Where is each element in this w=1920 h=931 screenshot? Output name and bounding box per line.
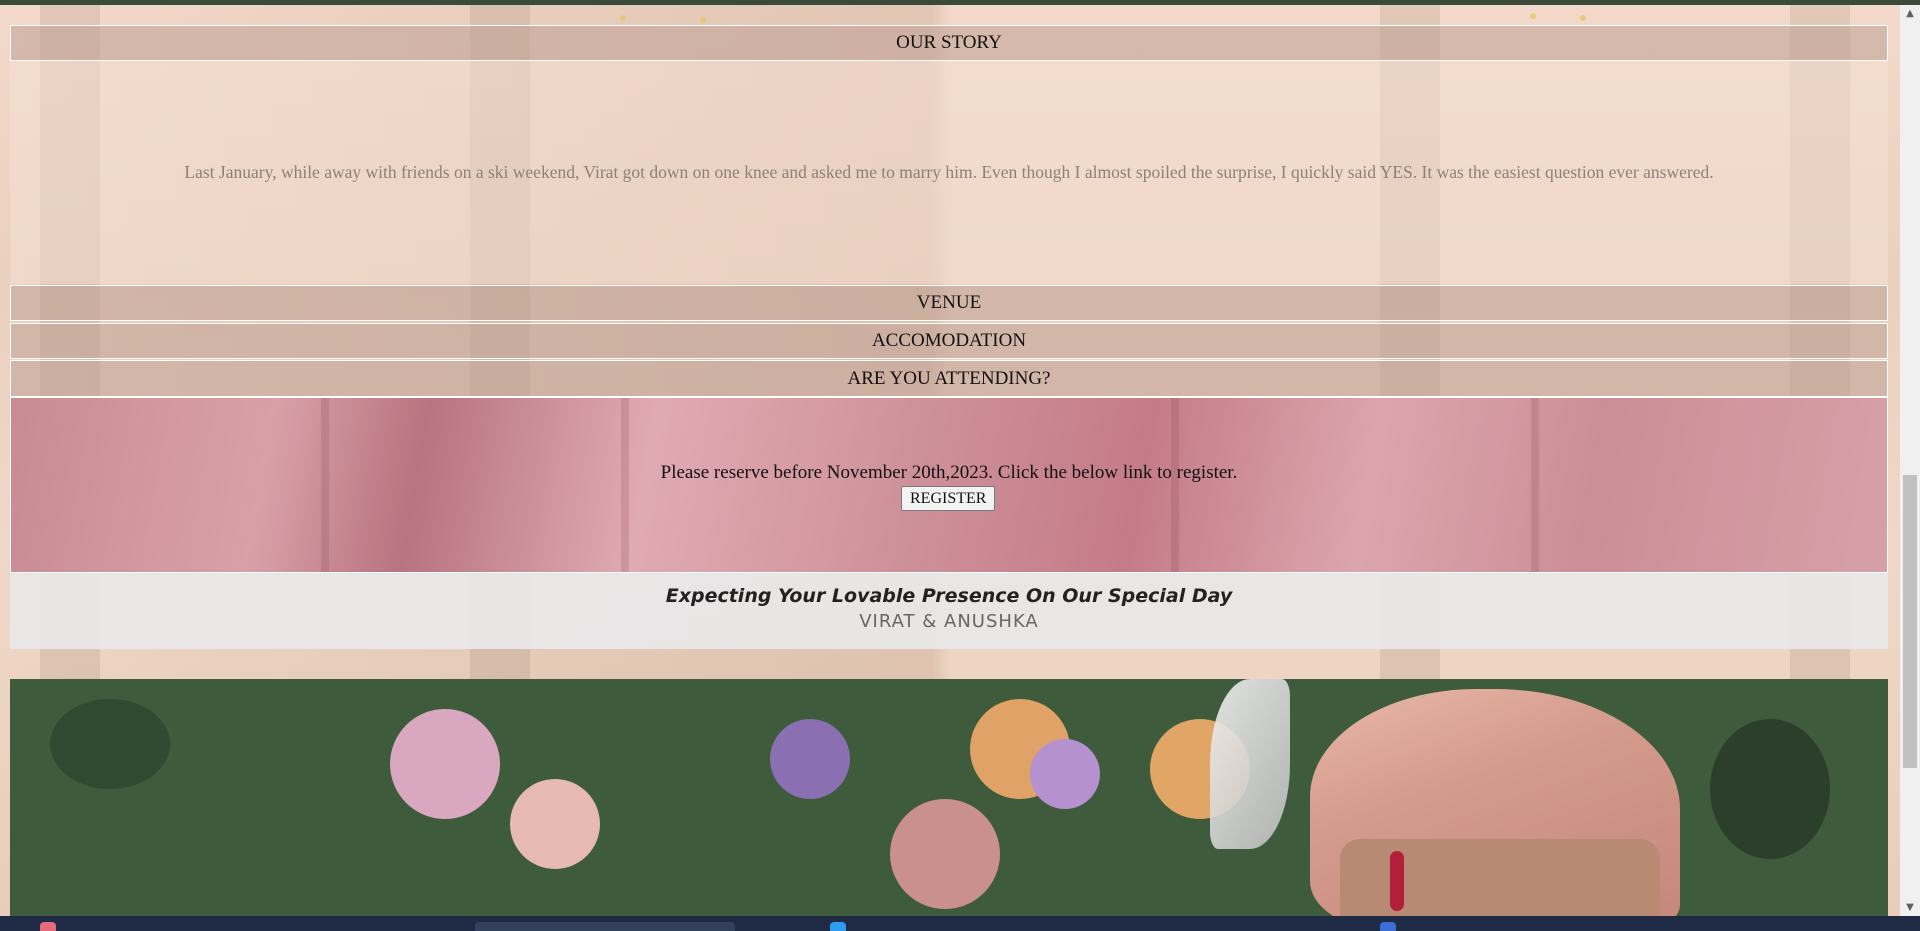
our-story-text: Last January, while away with friends on… — [184, 162, 1714, 182]
satin-fold — [621, 398, 629, 572]
photo-foliage — [50, 699, 170, 789]
photo-foliage — [1710, 719, 1830, 859]
photo-flower — [1030, 739, 1100, 809]
flower-decoration — [620, 15, 626, 21]
scroll-down-icon[interactable]: ▼ — [1900, 899, 1920, 916]
satin-fold — [1531, 398, 1539, 572]
satin-fold — [321, 398, 329, 572]
photo-flower — [390, 709, 500, 819]
flower-decoration — [1580, 15, 1586, 21]
photo-feather — [1210, 679, 1290, 849]
vertical-scrollbar[interactable]: ▲ ▼ — [1900, 5, 1920, 916]
taskbar-app-icon[interactable] — [1380, 922, 1396, 931]
our-story-header[interactable]: OUR STORY — [10, 25, 1888, 61]
photo-tilak — [1390, 851, 1404, 911]
photo-flower — [890, 799, 1000, 909]
attending-panel: Please reserve before November 20th,2023… — [10, 397, 1888, 573]
attending-header[interactable]: ARE YOU ATTENDING? — [10, 360, 1888, 397]
photo-flower — [770, 719, 850, 799]
venue-header[interactable]: VENUE — [10, 285, 1888, 321]
taskbar — [0, 916, 1920, 931]
photo-flower — [510, 779, 600, 869]
our-story-panel: Last January, while away with friends on… — [10, 61, 1888, 284]
reserve-message: Please reserve before November 20th,2023… — [660, 462, 1238, 483]
flower-decoration — [1530, 13, 1536, 19]
accommodation-header[interactable]: ACCOMODATION — [10, 323, 1888, 359]
taskbar-app-icon[interactable] — [40, 922, 56, 931]
scroll-up-icon[interactable]: ▲ — [1900, 5, 1920, 22]
closing-invitation-text: Expecting Your Lovable Presence On Our S… — [665, 585, 1233, 607]
photo-face — [1340, 839, 1660, 916]
taskbar-app-icon[interactable] — [830, 922, 846, 931]
satin-fold — [1171, 398, 1179, 572]
couple-names: VIRAT & ANUSHKA — [859, 611, 1039, 632]
flower-decoration — [700, 17, 706, 23]
register-button[interactable]: REGISTER — [901, 486, 996, 511]
closing-banner: Expecting Your Lovable Presence On Our S… — [10, 573, 1888, 649]
scrollbar-thumb[interactable] — [1903, 475, 1917, 768]
groom-photo — [10, 679, 1888, 916]
taskbar-app-icon[interactable] — [475, 922, 735, 931]
